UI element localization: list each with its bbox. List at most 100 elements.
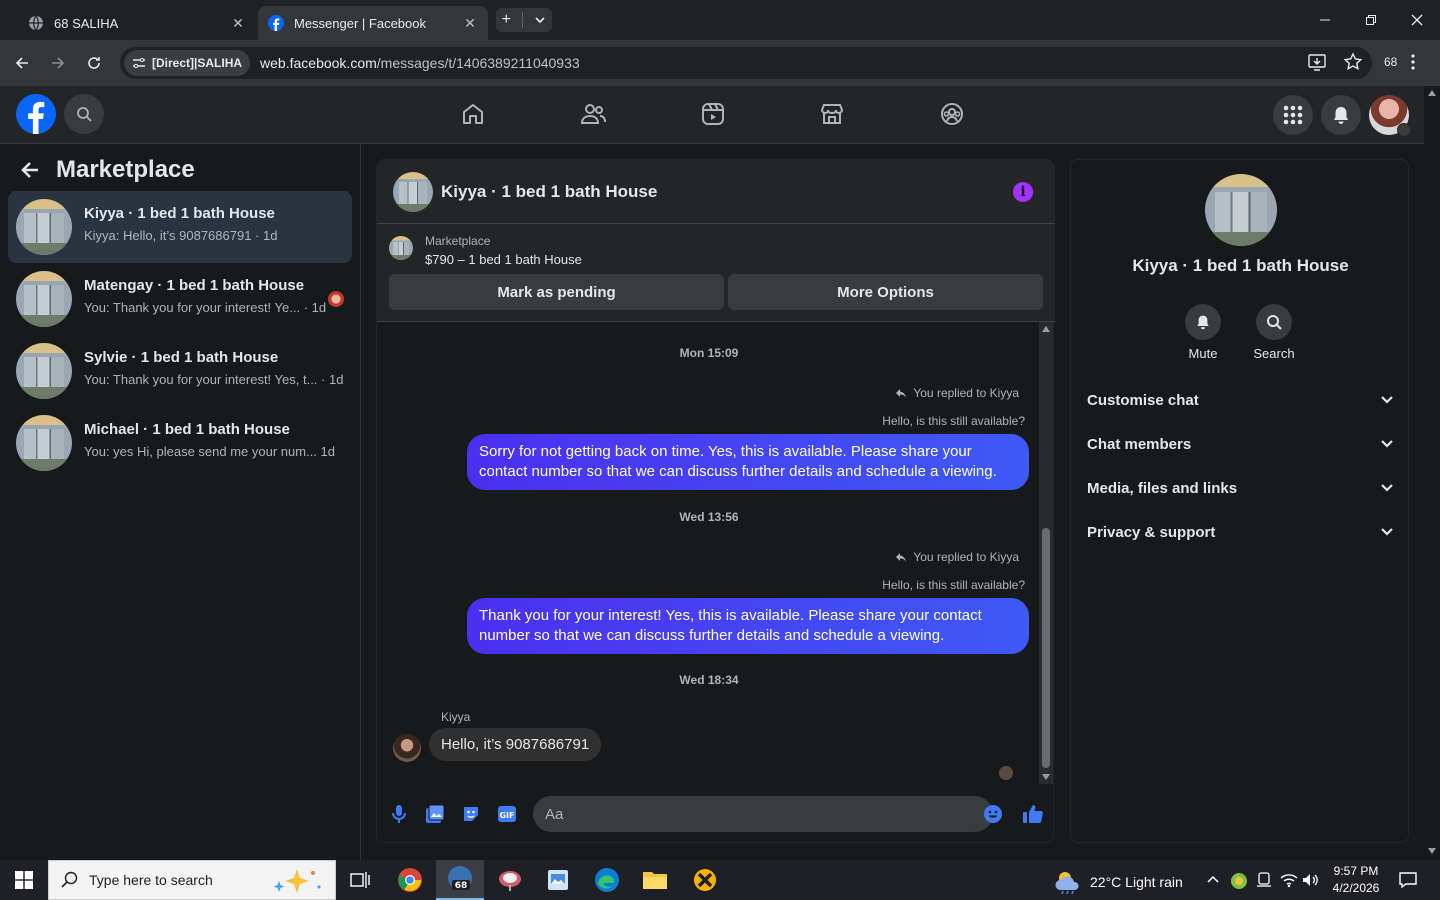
app-icon[interactable]: [486, 860, 534, 900]
contact-avatar[interactable]: [1205, 174, 1277, 246]
quoted-message[interactable]: Hello, is this still available?: [882, 414, 1025, 428]
notification-center-icon[interactable]: [1398, 871, 1418, 889]
home-icon[interactable]: [459, 100, 487, 128]
app-icon[interactable]: [681, 860, 729, 900]
restore-icon[interactable]: [1348, 0, 1394, 40]
menu-grid-button[interactable]: [1273, 95, 1313, 135]
star-icon[interactable]: [1342, 51, 1364, 73]
conversation-item[interactable]: Matengay · 1 bed 1 bath House You: Thank…: [8, 263, 352, 335]
close-tab-icon[interactable]: ✕: [230, 15, 246, 31]
section-label: Customise chat: [1087, 391, 1199, 409]
taskbar-search-placeholder: Type here to search: [89, 872, 213, 888]
site-info-chip[interactable]: [Direct]|SALIHA: [124, 50, 251, 76]
outgoing-message[interactable]: Thank you for your interest! Yes, this i…: [467, 598, 1029, 654]
minimize-icon[interactable]: [1302, 0, 1348, 40]
file-explorer-icon[interactable]: [631, 860, 679, 900]
section-privacy-support[interactable]: Privacy & support: [1087, 514, 1394, 550]
chat-avatar[interactable]: [393, 172, 433, 212]
chat-details-pane: Kiyya · 1 bed 1 bath House Mute Search C…: [1070, 159, 1409, 843]
groups-icon[interactable]: [938, 100, 966, 128]
tab-saliha[interactable]: 68 SALIHA ✕: [18, 6, 256, 40]
marketplace-icon[interactable]: [818, 100, 846, 128]
tab-messenger[interactable]: Messenger | Facebook ✕: [258, 6, 488, 40]
chevron-down-icon[interactable]: [534, 14, 546, 26]
back-icon[interactable]: [10, 51, 34, 75]
forward-icon[interactable]: [46, 51, 70, 75]
url-text[interactable]: web.facebook.com/messages/t/140638921104…: [260, 55, 580, 71]
listing-thumbnail: [16, 271, 72, 327]
chrome-profile-68-icon[interactable]: 68: [436, 860, 484, 900]
photo-icon[interactable]: [423, 802, 447, 826]
wifi-icon[interactable]: [1280, 872, 1298, 888]
back-arrow-icon[interactable]: [20, 160, 40, 180]
sticker-icon[interactable]: [459, 802, 483, 826]
windows-start-icon[interactable]: [0, 860, 48, 900]
edge-icon[interactable]: [583, 860, 631, 900]
incoming-message[interactable]: Hello, it’s 9087686791: [429, 728, 602, 761]
chevron-up-icon[interactable]: [1206, 872, 1220, 886]
volume-icon[interactable]: [1302, 872, 1320, 888]
notifications-button[interactable]: [1321, 95, 1361, 135]
conversation-item[interactable]: Michael · 1 bed 1 bath House You: yes Hi…: [8, 407, 352, 479]
new-tab-icon[interactable]: +: [502, 11, 511, 29]
scroll-up-icon[interactable]: [1042, 326, 1050, 332]
quoted-message[interactable]: Hello, is this still available?: [882, 578, 1025, 592]
facebook-logo-icon[interactable]: [16, 94, 56, 134]
mute-label: Mute: [1188, 346, 1218, 361]
section-media-files-links[interactable]: Media, files and links: [1087, 470, 1394, 506]
weather-widget[interactable]: 22°C Light rain: [1054, 870, 1183, 894]
section-chat-members[interactable]: Chat members: [1087, 426, 1394, 462]
section-label: Media, files and links: [1087, 479, 1238, 497]
app-tray-icon[interactable]: [1230, 872, 1248, 890]
sender-avatar[interactable]: [393, 734, 421, 762]
taskbar-search[interactable]: Type here to search: [48, 860, 336, 900]
gif-icon[interactable]: GIF: [495, 802, 519, 826]
omnibox[interactable]: [Direct]|SALIHA web.facebook.com/message…: [120, 47, 1372, 79]
listing-price-title[interactable]: $790 – 1 bed 1 bath House: [425, 252, 582, 267]
scroll-down-icon[interactable]: [1042, 774, 1050, 780]
more-menu-icon[interactable]: [1410, 53, 1416, 71]
scrollbar-thumb[interactable]: [1042, 528, 1050, 768]
emoji-icon[interactable]: [981, 802, 1005, 826]
profile-avatar[interactable]: [1369, 95, 1411, 137]
mark-as-pending-button[interactable]: Mark as pending: [389, 274, 724, 310]
conversation-item[interactable]: Sylvie · 1 bed 1 bath House You: Thank y…: [8, 335, 352, 407]
system-clock[interactable]: 9:57 PM 4/2/2026: [1326, 863, 1386, 897]
mute-button[interactable]: Mute: [1173, 304, 1233, 361]
install-app-icon[interactable]: [1306, 51, 1328, 73]
message-input[interactable]: Aa: [533, 796, 993, 832]
photos-app-icon[interactable]: [534, 860, 582, 900]
message-scrollbar[interactable]: [1039, 322, 1053, 784]
reload-icon[interactable]: [82, 51, 106, 75]
close-window-icon[interactable]: [1394, 0, 1440, 40]
page-scrollbar[interactable]: [1424, 86, 1440, 860]
conversation-item[interactable]: Kiyya · 1 bed 1 bath House Kiyya: Hello,…: [8, 191, 352, 263]
extension-badge[interactable]: 68: [1384, 55, 1397, 69]
microphone-icon[interactable]: [387, 802, 411, 826]
pane-title: Marketplace: [56, 156, 195, 183]
cloud-rain-icon: [1055, 872, 1079, 894]
search-button[interactable]: [64, 94, 104, 134]
close-tab-icon[interactable]: ✕: [462, 15, 478, 31]
outgoing-message[interactable]: Sorry for not getting back on time. Yes,…: [467, 434, 1029, 490]
tune-icon: [133, 57, 145, 69]
listing-thumbnail[interactable]: [389, 236, 413, 260]
message-list: Mon 15:09 You replied to Kiyya Hello, is…: [377, 322, 1041, 784]
section-customise-chat[interactable]: Customise chat: [1087, 382, 1394, 418]
chrome-icon[interactable]: [386, 860, 434, 900]
video-icon[interactable]: [699, 100, 727, 128]
more-options-button[interactable]: More Options: [728, 274, 1043, 310]
thumbs-up-icon[interactable]: [1021, 802, 1045, 826]
bell-icon: [1334, 107, 1348, 124]
search-in-chat-button[interactable]: Search: [1244, 304, 1304, 361]
reply-icon: [896, 389, 907, 398]
info-icon[interactable]: i: [1013, 182, 1033, 202]
friends-icon[interactable]: [579, 100, 607, 128]
browser-tab-bar: 68 SALIHA ✕ Messenger | Facebook ✕ +: [0, 0, 1440, 40]
task-view-icon[interactable]: [336, 860, 384, 900]
meet-now-icon[interactable]: [1256, 872, 1272, 888]
chat-title[interactable]: Kiyya · 1 bed 1 bath House: [441, 182, 657, 202]
conversation-name: Kiyya · 1 bed 1 bath House: [84, 205, 275, 222]
scroll-up-icon[interactable]: [1428, 90, 1436, 96]
scroll-down-icon[interactable]: [1428, 848, 1436, 854]
